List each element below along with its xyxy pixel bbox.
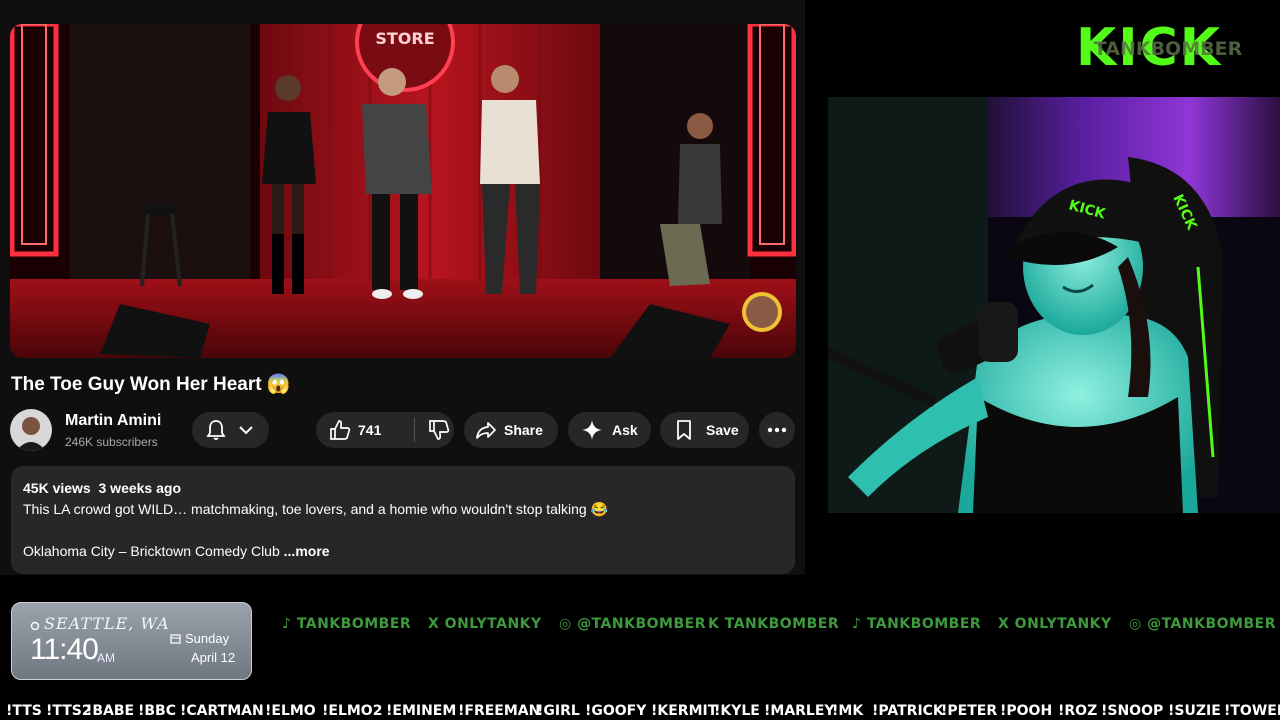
chat-command: !POOH (1000, 703, 1053, 719)
share-button[interactable]: Share (464, 412, 558, 448)
thumbs-up-icon (330, 420, 351, 440)
chat-command: !TTS (6, 703, 42, 719)
chat-command: !ELMO (265, 703, 316, 719)
channel-avatar[interactable] (10, 409, 52, 451)
chat-command: !TTS2 (46, 703, 92, 719)
share-arrow-icon (476, 422, 496, 439)
bookmark-icon (677, 420, 691, 440)
bell-icon (206, 420, 226, 440)
description-line-2: Oklahoma City – Bricktown Comedy Club ..… (23, 543, 330, 559)
clock-day: Sunday (185, 631, 230, 646)
social-handle: K TANKBOMBER (708, 616, 839, 632)
like-button[interactable]: 741 (316, 418, 415, 442)
chat-command: !SNOOP (1101, 703, 1164, 719)
subscription-bell-button[interactable] (192, 412, 269, 448)
kick-logo: KICK TANKBOMBER (1076, 20, 1260, 76)
description-box[interactable]: 45K views 3 weeks ago This LA crowd got … (11, 466, 795, 574)
social-handle: ♪ TANKBOMBER (282, 616, 411, 632)
tiktok-icon: ♪ (852, 616, 867, 632)
social-handle-text: TANKBOMBER (724, 616, 840, 632)
show-more-link[interactable]: ...more (284, 543, 330, 559)
comedy-stage-scene: STORE (10, 24, 796, 358)
social-handle-text: TANKBOMBER (866, 616, 982, 632)
upload-age: 3 weeks ago (98, 480, 182, 496)
sparkle-icon (582, 420, 602, 440)
chat-command: !CARTMAN (180, 703, 264, 719)
description-line-1: This LA crowd got WILD… matchmaking, toe… (23, 501, 609, 517)
chat-command: !TOWEL (1224, 703, 1280, 719)
calendar-icon (170, 634, 181, 644)
x-icon: X (428, 616, 445, 632)
social-handle: ◎ @TANKBOMBER (559, 616, 706, 632)
save-label: Save (706, 422, 739, 438)
dislike-button[interactable] (415, 418, 451, 442)
ellipsis-icon (767, 427, 787, 433)
streamer-tag: TANKBOMBER (1093, 38, 1243, 60)
tiktok-icon: ♪ (282, 616, 297, 632)
webcam-scene: KICK KICK (828, 97, 1280, 513)
social-handle: X ONLYTANKY (428, 616, 542, 632)
chat-command: !KERMIT (651, 703, 718, 719)
webcam-feed: KICK KICK (828, 97, 1280, 513)
social-handle-text: TANKBOMBER (296, 616, 412, 632)
instagram-icon: ◎ (1129, 616, 1148, 632)
ask-label: Ask (612, 422, 638, 438)
like-dislike-group: 741 (316, 412, 454, 448)
stage-sign-text: STORE (375, 29, 434, 48)
save-button[interactable]: Save (660, 412, 749, 448)
social-handle-text: ONLYTANKY (444, 616, 542, 632)
like-count: 741 (358, 422, 382, 438)
chat-command: !ELMO2 (322, 703, 383, 719)
social-handle: ♪ TANKBOMBER (852, 616, 981, 632)
social-ticker: ♪ TANKBOMBER X ONLYTANKY ◎ @TANKBOMBER K TA… (256, 612, 1280, 638)
chevron-down-icon (239, 426, 253, 435)
video-stats: 45K views 3 weeks ago (23, 480, 181, 496)
subscriber-count: 246K subscribers (65, 435, 158, 449)
chat-command: !GOOFY (585, 703, 647, 719)
channel-name[interactable]: Martin Amini (65, 412, 161, 430)
chat-command: !PETER (941, 703, 998, 719)
chat-command: !BBC (138, 703, 177, 719)
social-handle-text: ONLYTANKY (1014, 616, 1112, 632)
chat-command: !EMINEM (386, 703, 457, 719)
clock-ampm: AM (97, 651, 115, 665)
chat-command: !BABE (86, 703, 135, 719)
ask-button[interactable]: Ask (568, 412, 651, 448)
x-icon: X (998, 616, 1015, 632)
avatar-portrait-icon (10, 409, 52, 451)
clock-time: 11:40 (30, 633, 99, 666)
chat-command: !KYLE (714, 703, 760, 719)
youtube-panel: STORE The Toe Guy Won Her Heart 😱 Martin… (0, 0, 805, 575)
clock-date: April 12 (191, 650, 236, 665)
social-handle-text: @TANKBOMBER (1147, 616, 1276, 632)
share-label: Share (504, 422, 543, 438)
instagram-icon: ◎ (559, 616, 578, 632)
view-count: 45K views (23, 480, 91, 496)
video-title: The Toe Guy Won Her Heart 😱 (11, 374, 291, 395)
thumbs-down-icon (429, 420, 450, 440)
kick-icon: K (708, 616, 725, 632)
chat-command: !FREEMAN (458, 703, 541, 719)
description-location: Oklahoma City – Bricktown Comedy Club (23, 543, 280, 559)
social-handle-text: @TANKBOMBER (577, 616, 706, 632)
command-bar: !TTS !TTS2 !BABE !BBC !CARTMAN !ELMO !ELMO2 !EM… (0, 700, 1280, 720)
chat-command: !MK (832, 703, 864, 719)
video-player[interactable]: STORE (10, 24, 796, 358)
browser-top-bar (0, 0, 805, 18)
chat-command: !MARLEY (764, 703, 835, 719)
social-handle: ◎ @TANKBOMBER (1129, 616, 1276, 632)
chat-command: !SUZIE (1168, 703, 1221, 719)
social-handle: X ONLYTANKY (998, 616, 1112, 632)
chat-command: !ROZ (1058, 703, 1098, 719)
chat-command: !GIRL (537, 703, 580, 719)
clock-location: SEATTLE, WA (44, 614, 170, 633)
more-actions-button[interactable] (759, 412, 795, 448)
location-pin-icon (30, 621, 40, 631)
chat-command: !PATRICK (872, 703, 944, 719)
clock-widget: SEATTLE, WA 11:40 AM Sunday April 12 (11, 602, 252, 680)
